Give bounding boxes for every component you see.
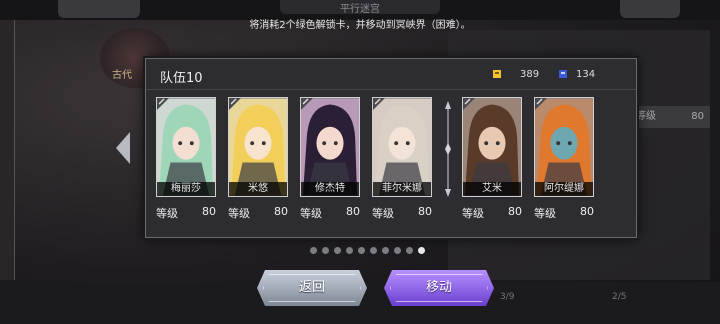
level-value: 80: [274, 205, 288, 218]
level-label: 等级: [534, 207, 556, 220]
page-dot[interactable]: [418, 247, 425, 254]
prev-team-arrow-icon[interactable]: [114, 130, 132, 166]
level-label: 等级: [462, 207, 484, 220]
character-name: 修杰特: [301, 182, 359, 196]
emblem-label: 古代: [112, 70, 132, 81]
bg-slot-count-1: 3/9: [500, 292, 515, 302]
page-dot[interactable]: [394, 247, 401, 254]
page-indicator: [310, 247, 440, 257]
character-card[interactable]: 修杰特: [300, 97, 360, 197]
gold-key-icon: [493, 70, 501, 78]
blue-key-count: 134: [576, 69, 596, 80]
page-dot[interactable]: [346, 247, 353, 254]
character-card[interactable]: 艾米: [462, 97, 522, 197]
level-label: 等级: [372, 207, 394, 220]
level-label: 等级: [228, 207, 250, 220]
character-name: 米悠: [229, 182, 287, 196]
bg-left-column: [0, 20, 15, 280]
level-value: 80: [346, 205, 360, 218]
page-dot[interactable]: [358, 247, 365, 254]
back-button[interactable]: 返回: [257, 270, 367, 306]
level-value: 80: [580, 205, 594, 218]
level-value: 80: [202, 205, 216, 218]
level-value: 80: [418, 205, 432, 218]
bg-slot-count-2: 2/5: [612, 292, 627, 302]
page-dot[interactable]: [406, 247, 413, 254]
team-title: 队伍10: [160, 71, 203, 86]
page-dot[interactable]: [322, 247, 329, 254]
page-dot[interactable]: [334, 247, 341, 254]
page-dot[interactable]: [382, 247, 389, 254]
level-label: 等级: [156, 207, 178, 220]
class-badge-icon: [229, 98, 241, 110]
character-card[interactable]: 阿尔缇娜: [534, 97, 594, 197]
gold-key-count: 389: [520, 69, 540, 80]
character-name: 阿尔缇娜: [535, 182, 593, 196]
back-button-label: 返回: [298, 280, 325, 295]
character-name: 菲尔米娜: [373, 182, 431, 196]
class-badge-icon: [535, 98, 547, 110]
character-card[interactable]: 梅丽莎: [156, 97, 216, 197]
character-level: 等级 80: [156, 205, 216, 221]
class-badge-icon: [463, 98, 475, 110]
level-value: 80: [508, 205, 522, 218]
screen-title: 平行迷宫: [280, 0, 440, 15]
character-level: 等级 80: [228, 205, 288, 221]
class-badge-icon: [301, 98, 313, 110]
character-level: 等级 80: [372, 205, 432, 221]
page-dot[interactable]: [370, 247, 377, 254]
team-dialog: 队伍10 389 134 梅丽莎 等级 80 米悠 等级 80 修杰特 等级 80 菲尔米娜 等级 8…: [145, 58, 637, 238]
page-dot[interactable]: [310, 247, 317, 254]
move-notice-text: 将消耗2个绿色解锁卡，并移动到冥峡界（困难）。: [249, 20, 471, 31]
class-badge-icon: [157, 98, 169, 110]
character-name: 梅丽莎: [157, 182, 215, 196]
move-button[interactable]: 移动: [384, 270, 494, 306]
level-label: 等级: [300, 207, 322, 220]
character-card[interactable]: 米悠: [228, 97, 288, 197]
character-name: 艾米: [463, 182, 521, 196]
blue-key-icon: [559, 70, 567, 78]
character-card[interactable]: 菲尔米娜: [372, 97, 432, 197]
move-button-label: 移动: [425, 280, 452, 295]
dialog-header: 队伍10 389 134: [146, 59, 636, 90]
character-level: 等级 80: [300, 205, 360, 221]
character-level: 等级 80: [462, 205, 522, 221]
character-level: 等级 80: [534, 205, 594, 221]
recommend-level-value: 80: [691, 111, 704, 122]
class-badge-icon: [373, 98, 385, 110]
team-divider-icon: [445, 101, 451, 197]
